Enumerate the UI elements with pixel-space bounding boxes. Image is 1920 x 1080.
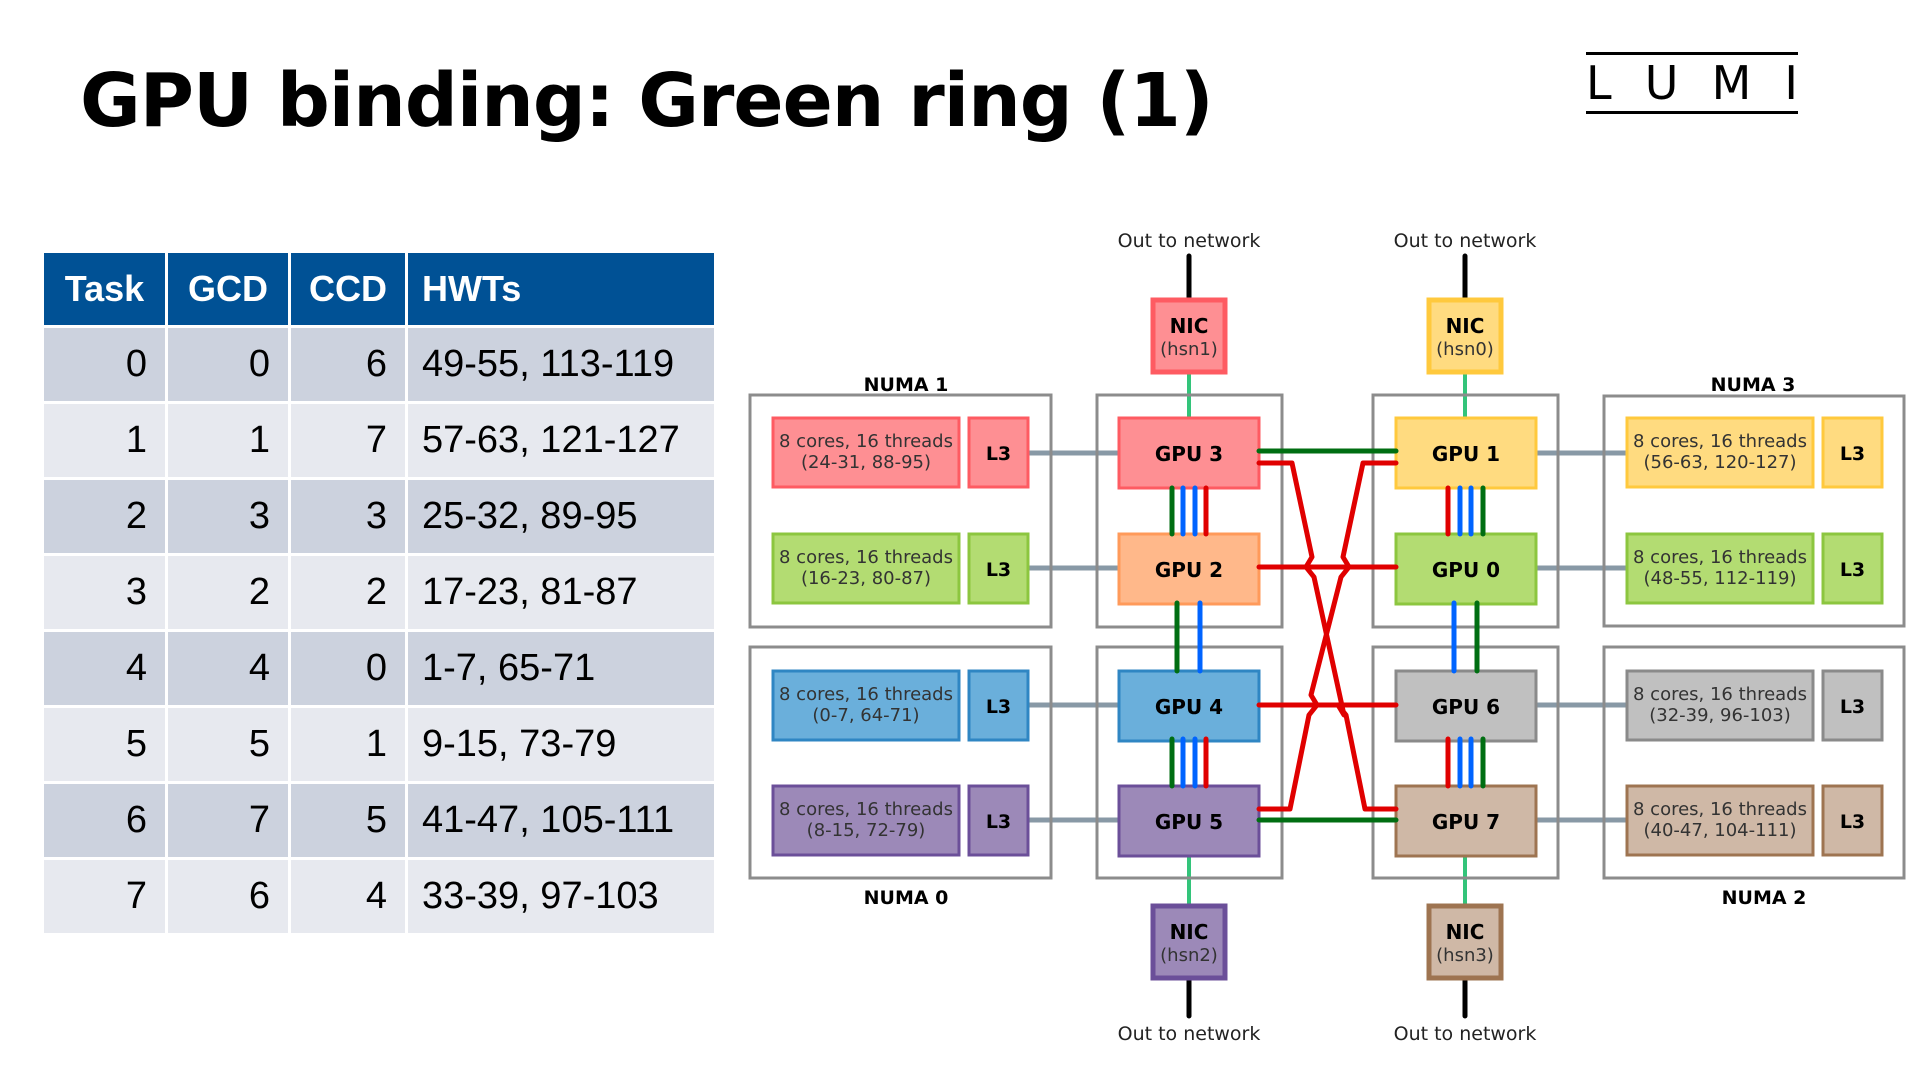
gpu6-label: GPU 6 bbox=[1432, 695, 1500, 719]
nic-name: (hsn0) bbox=[1436, 339, 1494, 360]
ccd-cores-label: 8 cores, 16 threads bbox=[1633, 799, 1807, 820]
numa1-label: NUMA 1 bbox=[864, 374, 949, 396]
ccd-cores-label: 8 cores, 16 threads bbox=[1633, 547, 1807, 568]
gpu-topology-diagram: 8 cores, 16 threads(24-31, 88-95) L38 cor… bbox=[748, 230, 1906, 1045]
l3-cache-label: L3 bbox=[986, 811, 1011, 833]
ccd-threads-label: (0-7, 64-71) bbox=[812, 705, 919, 726]
ccd-cores-label: 8 cores, 16 threads bbox=[779, 684, 953, 705]
nic-name: (hsn3) bbox=[1436, 945, 1494, 966]
out-to-network-label: Out to network bbox=[1394, 230, 1537, 252]
nic-title: NIC bbox=[1446, 920, 1485, 944]
nic-name: (hsn1) bbox=[1160, 339, 1218, 360]
l3-cache-label: L3 bbox=[1840, 443, 1865, 465]
nic-title: NIC bbox=[1446, 314, 1485, 338]
ccd-threads-label: (16-23, 80-87) bbox=[801, 568, 931, 589]
ccd-cores-label: 8 cores, 16 threads bbox=[779, 431, 953, 452]
gpu5-label: GPU 5 bbox=[1155, 810, 1223, 834]
gpu4-label: GPU 4 bbox=[1155, 695, 1223, 719]
ccd-threads-label: (40-47, 104-111) bbox=[1644, 820, 1797, 841]
numa3-label: NUMA 3 bbox=[1711, 374, 1796, 396]
ccd-threads-label: (32-39, 96-103) bbox=[1649, 705, 1791, 726]
l3-cache-label: L3 bbox=[986, 696, 1011, 718]
numa0-label: NUMA 0 bbox=[864, 887, 949, 909]
nic-name: (hsn2) bbox=[1160, 945, 1218, 966]
gpu0-label: GPU 0 bbox=[1432, 558, 1500, 582]
nic-title: NIC bbox=[1170, 314, 1209, 338]
gpu3-label: GPU 3 bbox=[1155, 442, 1223, 466]
l3-cache-label: L3 bbox=[1840, 559, 1865, 581]
ccd-threads-label: (8-15, 72-79) bbox=[807, 820, 926, 841]
ccd-threads-label: (48-55, 112-119) bbox=[1644, 568, 1797, 589]
nic-title: NIC bbox=[1170, 920, 1209, 944]
l3-cache-label: L3 bbox=[1840, 811, 1865, 833]
gpu7-label: GPU 7 bbox=[1432, 810, 1500, 834]
xgmi-link-red-cross bbox=[1256, 460, 1399, 812]
gpu1-label: GPU 1 bbox=[1432, 442, 1500, 466]
ccd-cores-label: 8 cores, 16 threads bbox=[779, 799, 953, 820]
ccd-cores-label: 8 cores, 16 threads bbox=[1633, 431, 1807, 452]
l3-cache-label: L3 bbox=[986, 559, 1011, 581]
numa2-label: NUMA 2 bbox=[1722, 887, 1807, 909]
ccd-cores-label: 8 cores, 16 threads bbox=[1633, 684, 1807, 705]
out-to-network-label: Out to network bbox=[1118, 230, 1261, 252]
out-to-network-label: Out to network bbox=[1118, 1023, 1261, 1045]
l3-cache-label: L3 bbox=[986, 443, 1011, 465]
ccd-cores-label: 8 cores, 16 threads bbox=[779, 547, 953, 568]
out-to-network-label: Out to network bbox=[1394, 1023, 1537, 1045]
l3-cache-label: L3 bbox=[1840, 696, 1865, 718]
gpu2-label: GPU 2 bbox=[1155, 558, 1223, 582]
ccd-threads-label: (56-63, 120-127) bbox=[1644, 452, 1797, 473]
ccd-threads-label: (24-31, 88-95) bbox=[801, 452, 931, 473]
